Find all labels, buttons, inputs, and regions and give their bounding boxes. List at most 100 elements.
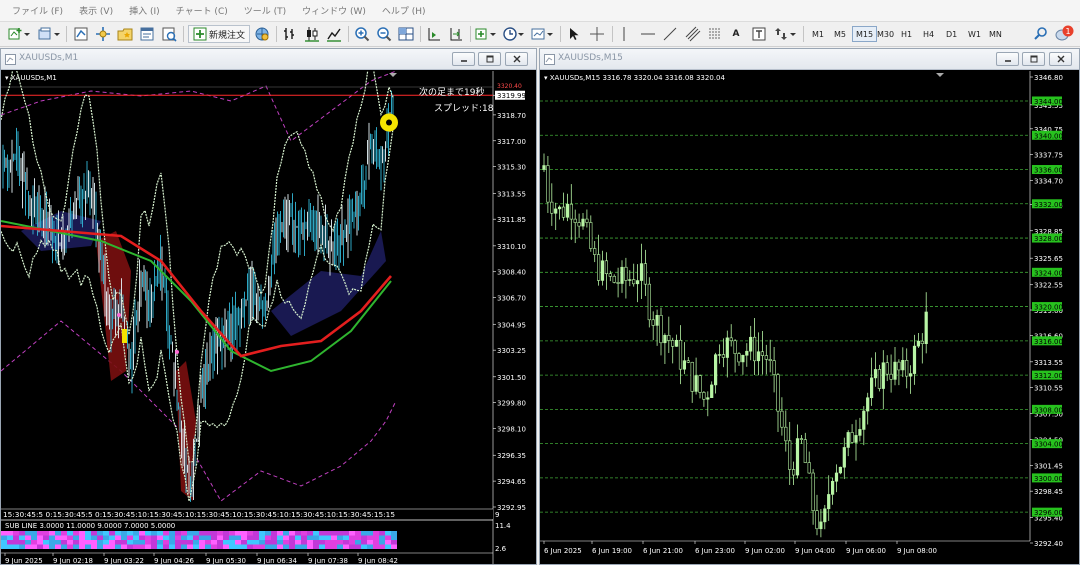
candle-body [581, 218, 585, 227]
sub-indicator-cell [223, 531, 229, 536]
horizontal-line-button[interactable] [640, 25, 656, 43]
metaeditor-button[interactable] [253, 25, 271, 43]
menu-item-3[interactable]: チャート (C) [168, 4, 236, 17]
chart-window-xauusd-m1[interactable]: XAUUSDs,M1 ▾ XAUUSDs,M1 次の足まで19秒 スプレッド:18 3… [0, 48, 537, 565]
sub-indicator-cell [295, 544, 301, 549]
minimize-button[interactable] [452, 52, 475, 66]
maximize-icon [486, 55, 493, 63]
crosshair-tool-button[interactable] [588, 25, 606, 43]
channel-button[interactable] [684, 25, 702, 43]
sub-indicator-cell [73, 544, 79, 549]
profiles-button[interactable] [36, 25, 62, 43]
sub-indicator-cell [271, 544, 277, 549]
terminal-button[interactable] [138, 25, 156, 43]
navigator-button[interactable] [116, 25, 134, 43]
vertical-line-button[interactable] [617, 25, 631, 43]
market-watch-button[interactable] [72, 25, 90, 43]
chart-window-xauusd-m15[interactable]: XAUUSDs,M15 ▾ XAUUSDs,M15 3316.78 3320.0… [539, 48, 1080, 565]
timeframe-m30[interactable]: M30 [874, 26, 897, 42]
candle-body [811, 472, 815, 511]
sub-indicator-cell [1, 535, 7, 540]
close-button[interactable] [505, 52, 528, 66]
line-chart-button[interactable] [325, 25, 343, 43]
menu-item-1[interactable]: 表示 (V) [71, 4, 121, 17]
sub-indicator-cell [115, 544, 121, 549]
toolbar: 新規注文 A M1 M5 M15 M30 H1 H4 D1 W1 MN 1 [0, 22, 1080, 47]
chart-canvas-m1[interactable]: ▾ XAUUSDs,M1 次の足まで19秒スプレッド:183318.70 3317.… [1, 71, 536, 564]
timeframe-w1[interactable]: W1 [965, 26, 984, 42]
price-tick-label: 3318.70 [497, 112, 526, 120]
price-tick-label: 3301.45 [1034, 462, 1063, 470]
sub-indicator-cell [169, 540, 175, 545]
timeframe-m1[interactable]: M1 [809, 26, 827, 42]
maximize-button[interactable] [478, 52, 501, 66]
sub-indicator-cell [61, 535, 67, 540]
sub-indicator-cell [145, 544, 151, 549]
sub-indicator-cell [319, 544, 325, 549]
search-icon [1034, 27, 1047, 40]
candle-body [756, 351, 761, 362]
menu-item-2[interactable]: 挿入 (I) [121, 4, 168, 17]
candle-body [912, 345, 917, 374]
sub-indicator-cell [133, 544, 139, 549]
sub-indicator-cell [385, 535, 391, 540]
timeframe-d1[interactable]: D1 [943, 26, 960, 42]
sub-indicator-cell [361, 544, 367, 549]
notifications-button[interactable]: 1 [1054, 25, 1076, 43]
minimize-button[interactable] [996, 52, 1019, 66]
new-order-button[interactable]: 新規注文 [188, 25, 250, 43]
close-button[interactable] [1049, 52, 1072, 66]
zoom-out-button[interactable] [375, 25, 393, 43]
grid-price-label: 3332.00 [1034, 201, 1063, 209]
minimize-icon [1004, 60, 1011, 62]
candlestick-chart-button[interactable] [303, 25, 321, 43]
sub-indicator-cell [67, 531, 73, 536]
tile-windows-button[interactable] [397, 25, 415, 43]
menu-item-5[interactable]: ウィンドウ (W) [294, 4, 374, 17]
sub-indicator-cell [307, 531, 313, 536]
menu-item-6[interactable]: ヘルプ (H) [374, 4, 434, 17]
sub-indicator-cell [25, 535, 31, 540]
sub-indicator-cell [73, 540, 79, 545]
channel-icon [685, 26, 701, 42]
timeframe-mn[interactable]: MN [986, 26, 1005, 42]
chart-canvas-m15[interactable]: ▾ XAUUSDs,M15 3316.78 3320.04 3316.08 33… [540, 71, 1079, 564]
indicators-button[interactable] [475, 25, 499, 43]
sub-indicator-cell [391, 540, 397, 545]
zoom-in-button[interactable] [353, 25, 371, 43]
sub-indicator-cell [109, 544, 115, 549]
menu-item-4[interactable]: ツール (T) [236, 4, 294, 17]
chart-window-titlebar[interactable]: XAUUSDs,M15 [540, 49, 1079, 70]
fibonacci-button[interactable] [706, 25, 724, 43]
trendline-button[interactable] [662, 25, 678, 43]
candle [647, 277, 651, 328]
text-tool-button[interactable]: A [728, 25, 744, 43]
notification-count: 1 [1065, 27, 1070, 36]
grid-price-label: 3344.00 [1034, 98, 1063, 106]
new-chart-button[interactable] [6, 25, 32, 43]
menu-item-0[interactable]: ファイル (F) [4, 4, 71, 17]
cursor-tool-button[interactable] [566, 25, 582, 43]
text-label-button[interactable] [750, 25, 768, 43]
search-button[interactable] [1032, 25, 1050, 43]
timeframe-h1[interactable]: H1 [898, 26, 915, 42]
timeframe-m5[interactable]: M5 [831, 26, 849, 42]
maximize-button[interactable] [1022, 52, 1045, 66]
candle-body [589, 222, 593, 249]
auto-scroll-button[interactable] [425, 25, 443, 43]
sub-indicator-cell [181, 540, 187, 545]
candle-body [897, 361, 901, 371]
strategy-tester-button[interactable] [160, 25, 178, 43]
periods-button[interactable] [503, 25, 527, 43]
data-window-button[interactable] [94, 25, 112, 43]
chart-shift-button[interactable] [447, 25, 465, 43]
sub-indicator-cell [121, 544, 127, 549]
sub-indicator-cell [343, 531, 349, 536]
bar-chart-button[interactable] [281, 25, 299, 43]
chart-window-titlebar[interactable]: XAUUSDs,M1 [1, 49, 536, 70]
timeframe-h4[interactable]: H4 [920, 26, 937, 42]
arrows-button[interactable] [772, 25, 798, 43]
sub-indicator-cell [391, 544, 397, 549]
sub-indicator-cell [139, 531, 145, 536]
templates-button[interactable] [531, 25, 555, 43]
